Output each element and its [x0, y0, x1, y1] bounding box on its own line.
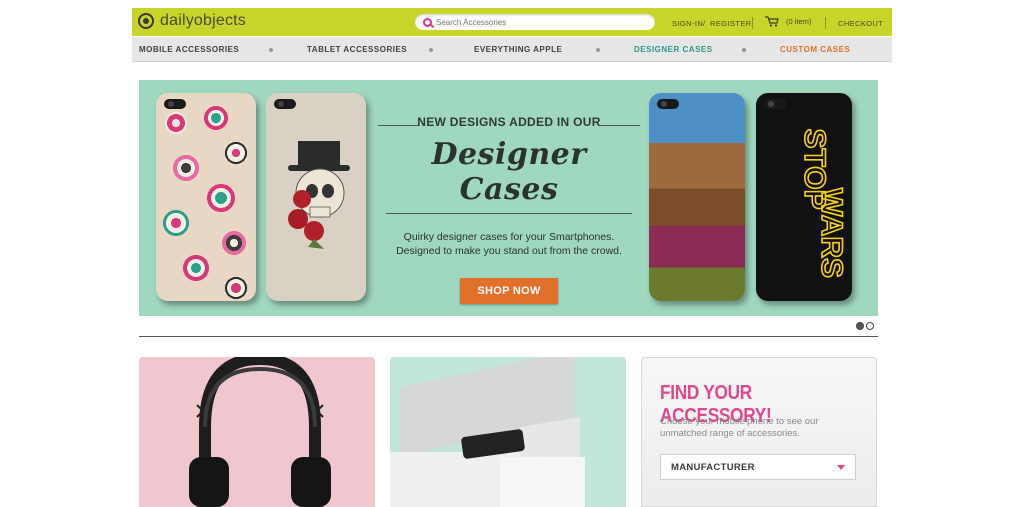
- carousel-dot-1[interactable]: [856, 322, 864, 330]
- dropdown-caret-icon: [837, 464, 845, 470]
- manufacturer-select-label: MANUFACTURER: [671, 461, 755, 473]
- camera-icon: [657, 99, 679, 109]
- skull-roses-graphic: [288, 141, 350, 249]
- search-input[interactable]: [436, 17, 636, 27]
- carousel-dots: [856, 322, 874, 330]
- finder-description: Choose your mobile phone to see our unma…: [660, 416, 860, 440]
- nav-separator-dot: [429, 48, 433, 52]
- search-box[interactable]: [415, 14, 655, 30]
- case-text-wars: WARS: [815, 188, 844, 278]
- nav-item-tablet-accessories[interactable]: TABLET ACCESSORIES: [307, 45, 407, 54]
- nav-item-custom-cases[interactable]: CUSTOM CASES: [780, 45, 850, 54]
- starwars-graphic: STOP WARS: [797, 129, 844, 279]
- nav-separator-dot: [596, 48, 600, 52]
- checkout-link[interactable]: CHECKOUT: [838, 19, 883, 28]
- phone-case-circles-image: [156, 93, 256, 301]
- search-icon: [423, 17, 432, 27]
- register-link[interactable]: REGISTER: [710, 19, 752, 28]
- kicker-rule: [378, 125, 418, 126]
- banner-underline: [386, 213, 632, 214]
- header-separator: /: [703, 19, 706, 28]
- top-header: dailyobjects SIGN-IN / REGISTER (0 item)…: [132, 8, 892, 36]
- brand-logo[interactable]: dailyobjects: [138, 12, 246, 30]
- laptop-phone-image: [390, 357, 585, 507]
- banner-title: Designer Cases: [431, 137, 587, 207]
- camera-icon: [164, 99, 186, 109]
- headphones-promo-tile[interactable]: [139, 357, 375, 507]
- hero-banner[interactable]: NEW DESIGNS ADDED IN OUR Designer Cases …: [139, 80, 878, 316]
- main-nav: MOBILE ACCESSORIES TABLET ACCESSORIES EV…: [132, 37, 892, 62]
- header-divider: [752, 17, 753, 29]
- phone-case-wood-image: [649, 93, 745, 301]
- cart-icon: [765, 16, 779, 27]
- camera-icon: [274, 99, 296, 109]
- nav-separator-dot: [742, 48, 746, 52]
- banner-kicker: NEW DESIGNS ADDED IN OUR: [378, 115, 640, 129]
- logo-icon: [138, 13, 154, 29]
- nav-item-mobile-accessories[interactable]: MOBILE ACCESSORIES: [139, 45, 239, 54]
- nav-item-designer-cases[interactable]: DESIGNER CASES: [634, 45, 713, 54]
- cart-button[interactable]: (0 item): [765, 16, 812, 27]
- banner-desc-line: Quirky designer cases for your Smartphon…: [403, 231, 615, 243]
- cart-count: (0 item): [786, 16, 812, 26]
- device-dock-promo-tile[interactable]: [390, 357, 626, 507]
- banner-kicker-text: NEW DESIGNS ADDED IN OUR: [417, 115, 601, 129]
- banner-description: Quirky designer cases for your Smartphon…: [384, 230, 634, 258]
- camera-icon: [764, 99, 786, 109]
- kicker-rule: [600, 125, 640, 126]
- finder-desc-line: unmatched range of accessories.: [660, 428, 800, 439]
- banner-desc-line: Designed to make you stand out from the …: [396, 245, 622, 257]
- phone-case-skull-image: [266, 93, 366, 301]
- carousel-dot-2[interactable]: [866, 322, 874, 330]
- manufacturer-select[interactable]: MANUFACTURER: [660, 454, 856, 480]
- find-accessory-panel: FIND YOUR ACCESSORY! Choose your mobile …: [641, 357, 877, 507]
- signin-link[interactable]: SIGN-IN: [672, 19, 703, 28]
- banner-divider: [139, 336, 878, 337]
- phone-case-starwars-image: STOP WARS: [756, 93, 852, 301]
- finder-desc-line: Choose your mobile phone to see our: [660, 416, 819, 427]
- headphones-image: [189, 357, 331, 507]
- header-divider: [825, 17, 826, 29]
- nav-item-everything-apple[interactable]: EVERYTHING APPLE: [474, 45, 562, 54]
- shop-now-button[interactable]: SHOP NOW: [460, 278, 558, 304]
- brand-name: dailyobjects: [160, 12, 247, 29]
- banner-content: NEW DESIGNS ADDED IN OUR Designer Cases …: [378, 115, 640, 304]
- nav-separator-dot: [269, 48, 273, 52]
- page: dailyobjects SIGN-IN / REGISTER (0 item)…: [132, 0, 892, 507]
